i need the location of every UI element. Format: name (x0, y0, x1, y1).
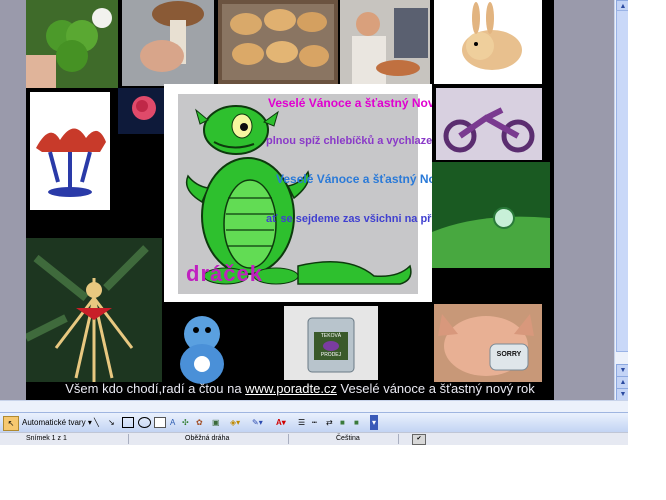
diagram-icon[interactable]: ✣ (182, 416, 189, 429)
footer-link[interactable]: www.poradte.cz (245, 381, 337, 396)
photo-clover (26, 0, 118, 88)
drawing-toolbar: ↖ Automatické tvary ▾ ╲ ↘ A ✣ ✿ ▣ ◈▾ ✎▾ … (0, 412, 628, 433)
autoshapes-menu[interactable]: Automatické tvary ▾ (22, 416, 92, 429)
autoshapes-label: Automatické tvary (22, 418, 86, 427)
greeting-line-3: Veselé Vánoce a šťastný Nový rok, (276, 172, 432, 186)
photo-water-drop (432, 162, 550, 268)
fill-color-icon[interactable]: ◈▾ (230, 416, 240, 429)
line-style-icon[interactable]: ☰ (298, 416, 305, 429)
status-separator (128, 434, 129, 444)
3d-style-icon[interactable]: ■ (354, 416, 359, 429)
oval-tool-icon[interactable] (138, 417, 151, 428)
dash-style-icon[interactable]: ┅ (312, 416, 317, 429)
vertical-scrollbar[interactable]: ▲ ▼ ▲ ▼ (614, 0, 628, 401)
select-objects-icon[interactable]: ↖ (3, 416, 19, 431)
photo-pastries (218, 0, 338, 84)
photo-glasses (30, 92, 110, 210)
flask-label-top: TEKOVÁ (320, 333, 342, 339)
status-bar: Snímek 1 z 1 Oběžná dráha Čeština ✔ (0, 432, 628, 445)
textbox-tool-icon[interactable] (154, 417, 166, 428)
photo-care-bear (166, 306, 238, 386)
vertical-scroll-thumb[interactable] (616, 10, 628, 352)
photo-bunny (434, 0, 542, 84)
toolbar-options-icon[interactable]: ▾ (370, 415, 378, 430)
status-design-name: Oběžná dráha (185, 435, 230, 442)
footer-text-before: Všem kdo chodí,radí a čtou na (65, 381, 246, 396)
greeting-line-1: Veselé Vánoce a šťastný Nový rok, (268, 96, 432, 110)
wordart-icon[interactable]: A (170, 416, 175, 429)
photo-man-computer (340, 0, 430, 84)
photo-motorcycle (436, 88, 542, 160)
photo-flask: TEKOVÁ PRODEJ (284, 306, 378, 380)
arrow-style-icon[interactable]: ⇄ (326, 416, 333, 429)
dragon-signature: dráček (186, 261, 263, 286)
photo-rose (118, 88, 166, 134)
shadow-style-icon[interactable]: ■ (340, 416, 345, 429)
slide-footer-text: Všem kdo chodí,radí a čtou na www.poradt… (0, 381, 600, 396)
horizontal-scrollbar[interactable] (0, 400, 628, 412)
clipart-icon[interactable]: ✿ (196, 416, 203, 429)
chevron-down-icon: ▾ (87, 418, 92, 427)
font-color-icon[interactable]: A▾ (276, 416, 286, 429)
status-slide-number: Snímek 1 z 1 (26, 435, 67, 442)
photo-straw-angel (26, 238, 162, 382)
photo-pig-mask: SORRY (434, 304, 542, 382)
greeting-line-4: ať se sejdeme zas všichni na přes rok! (266, 213, 432, 225)
spelling-check-icon[interactable]: ✔ (412, 434, 426, 445)
arrow-tool-icon[interactable]: ↘ (108, 416, 115, 429)
slide-editing-area[interactable]: TEKOVÁ PRODEJ SORRY Veselé Vánoce a šťas… (0, 0, 628, 412)
greeting-card: Veselé Vánoce a šťastný Nový rok, plnou … (164, 84, 432, 302)
rectangle-tool-icon[interactable] (122, 417, 134, 428)
slide[interactable]: TEKOVÁ PRODEJ SORRY Veselé Vánoce a šťas… (26, 0, 554, 400)
status-separator (288, 434, 289, 444)
mask-label: SORRY (496, 351, 522, 358)
status-language: Čeština (336, 435, 360, 442)
picture-icon[interactable]: ▣ (212, 416, 220, 429)
line-tool-icon[interactable]: ╲ (94, 416, 99, 429)
photo-mushroom (122, 0, 214, 86)
line-color-icon[interactable]: ✎▾ (252, 416, 263, 429)
flask-label-bottom: PRODEJ (320, 352, 342, 358)
footer-text-after: Veselé vánoce a šťastný nový rok (336, 381, 535, 396)
greeting-line-2: plnou spíž chlebíčků a vychlazený mok, (266, 135, 432, 147)
status-separator (398, 434, 399, 444)
